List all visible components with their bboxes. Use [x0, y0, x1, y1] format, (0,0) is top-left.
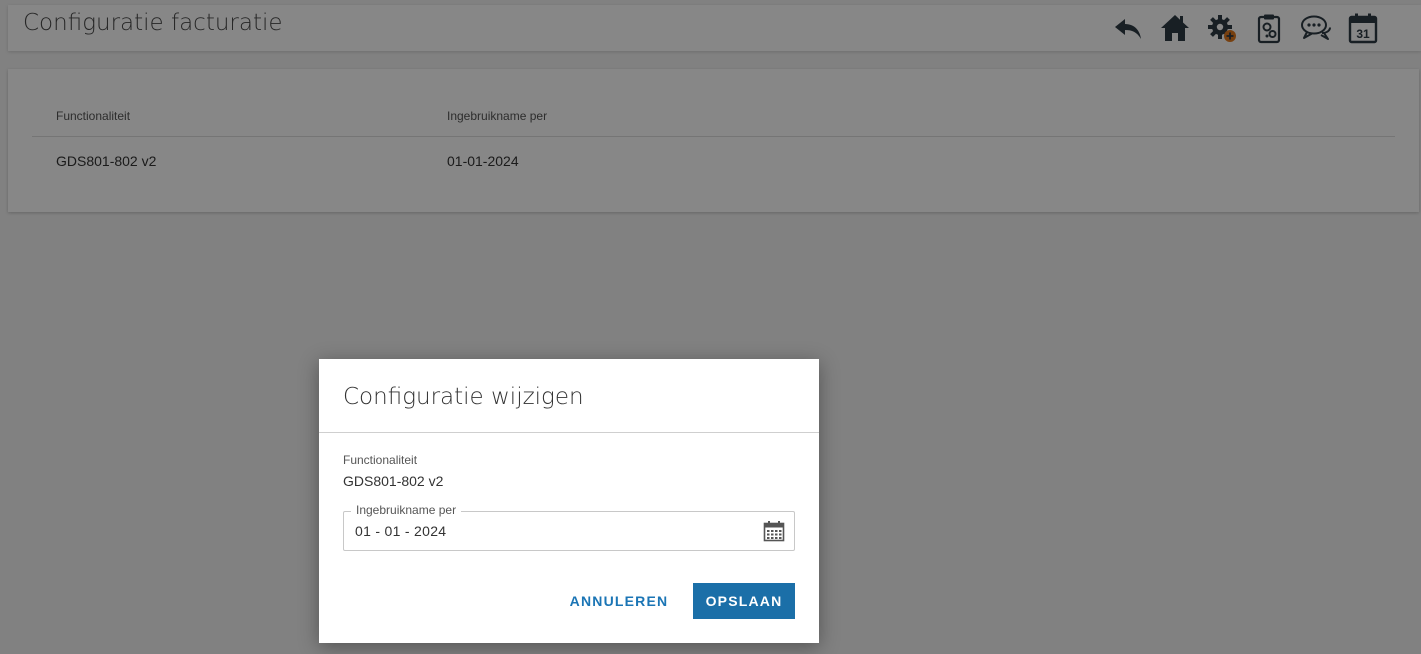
edit-config-dialog: Configuratie wijzigen Functionaliteit GD…	[319, 359, 819, 643]
dialog-title: Configuratie wijzigen	[343, 384, 584, 410]
functionaliteit-label: Functionaliteit	[343, 453, 418, 467]
date-field-value[interactable]: 01 - 01 - 2024	[355, 523, 446, 539]
cancel-button[interactable]: ANNULEREN	[563, 583, 675, 619]
calendar-icon[interactable]	[763, 520, 785, 542]
save-button[interactable]: OPSLAAN	[693, 583, 795, 619]
ingebruikname-date-field[interactable]: Ingebruikname per 01 - 01 - 2024	[343, 503, 795, 551]
date-field-label: Ingebruikname per	[351, 503, 462, 517]
dialog-divider	[319, 432, 819, 433]
functionaliteit-value: GDS801-802 v2	[343, 473, 444, 489]
